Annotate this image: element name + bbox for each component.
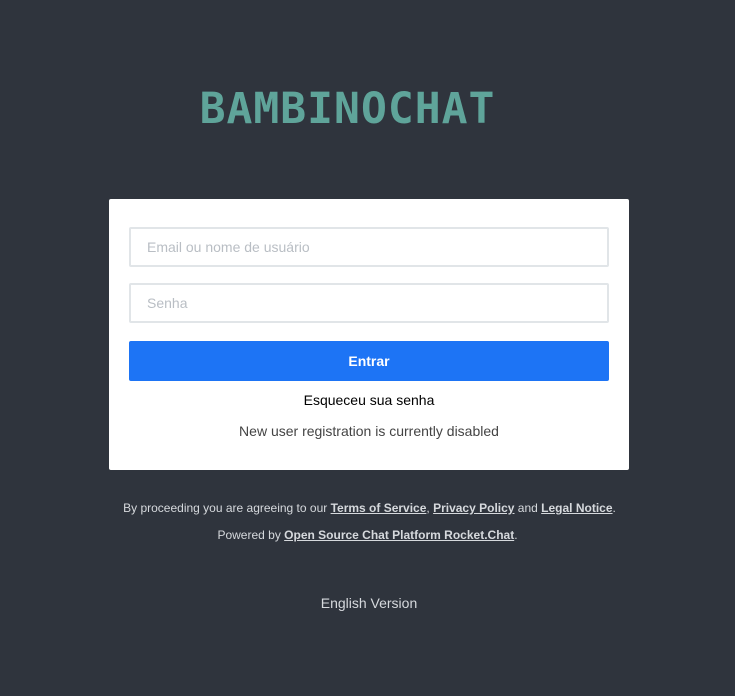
powered-by-notice: Powered by Open Source Chat Platform Roc… (0, 528, 735, 542)
login-card: Entrar Esqueceu sua senha New user regis… (109, 199, 629, 470)
terms-prefix-text: By proceeding you are agreeing to our (123, 501, 331, 515)
and-separator: and (514, 501, 542, 515)
language-switch-link[interactable]: English Version (0, 595, 735, 611)
rocket-chat-link[interactable]: Open Source Chat Platform Rocket.Chat (284, 528, 514, 542)
login-button[interactable]: Entrar (129, 341, 609, 381)
forgot-password-link[interactable]: Esqueceu sua senha (109, 392, 629, 408)
privacy-policy-link[interactable]: Privacy Policy (433, 501, 514, 515)
terms-notice: By proceeding you are agreeing to our Te… (2, 501, 735, 515)
powered-prefix-text: Powered by (217, 528, 285, 542)
terms-of-service-link[interactable]: Terms of Service (331, 501, 427, 515)
legal-notice-link[interactable]: Legal Notice (541, 501, 612, 515)
brand-logo: BAMBINOCHAT (199, 84, 496, 134)
terms-suffix-text: . (612, 501, 616, 515)
registration-disabled-notice: New user registration is currently disab… (239, 423, 499, 439)
powered-suffix-text: . (514, 528, 518, 542)
email-username-input[interactable] (129, 227, 609, 267)
password-input[interactable] (129, 283, 609, 323)
